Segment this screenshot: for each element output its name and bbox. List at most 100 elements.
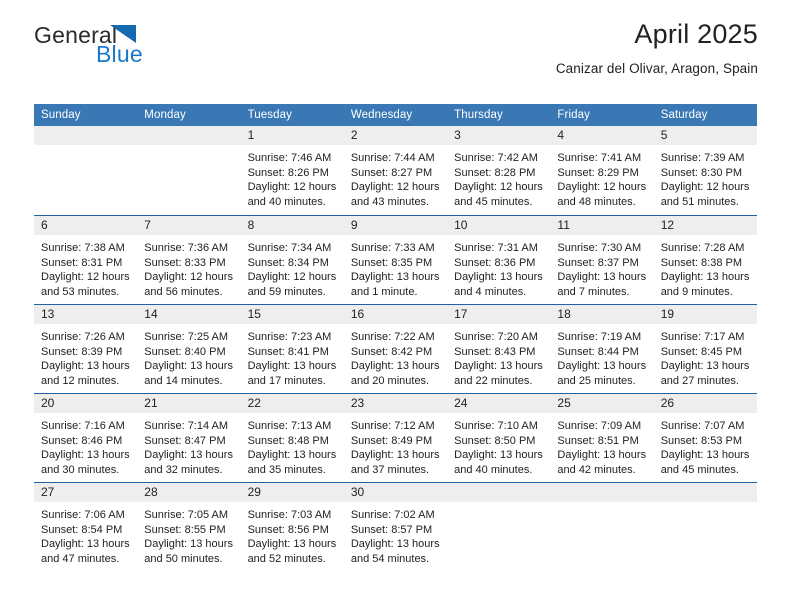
day-detail-line: Sunset: 8:38 PM (660, 256, 743, 269)
day-detail-line: and 35 minutes. (247, 463, 326, 476)
day-detail-line: Daylight: 12 hours (41, 271, 130, 284)
day-detail-line: Sunrise: 7:06 AM (41, 509, 125, 521)
day-number: 1 (240, 126, 344, 145)
day-number: 28 (137, 483, 241, 502)
general-blue-logo[interactable]: General Blue (34, 22, 234, 70)
day-detail-line: Sunset: 8:50 PM (454, 434, 536, 447)
day-detail-line: and 12 minutes. (41, 374, 120, 387)
day-cell-27[interactable]: 27 Sunrise: 7:06 AM Sunset: 8:54 PM Dayligh… (34, 483, 138, 571)
day-detail-line: Daylight: 12 hours (247, 271, 337, 284)
day-detail-line: Sunrise: 7:42 AM (454, 152, 538, 164)
day-cell-11[interactable]: 11 Sunrise: 7:30 AM Sunset: 8:37 PM Dayligh… (550, 216, 654, 304)
day-details: Sunrise: 7:05 AM Sunset: 8:55 PM Daylight:… (137, 502, 240, 566)
day-detail-line: Daylight: 13 hours (660, 271, 750, 284)
day-cell-24[interactable]: 24 Sunrise: 7:10 AM Sunset: 8:50 PM Dayligh… (447, 394, 551, 482)
day-detail-line: and 43 minutes. (350, 195, 430, 208)
day-cell-25[interactable]: 25 Sunrise: 7:09 AM Sunset: 8:51 PM Dayligh… (550, 394, 654, 482)
day-number: 20 (34, 394, 138, 413)
day-cell-30[interactable]: 30 Sunrise: 7:02 AM Sunset: 8:57 PM Dayligh… (343, 483, 448, 571)
day-cell-28[interactable]: 28 Sunrise: 7:05 AM Sunset: 8:55 PM Dayligh… (137, 483, 241, 571)
day-cell-13[interactable]: 13 Sunrise: 7:26 AM Sunset: 8:39 PM Dayligh… (34, 305, 138, 393)
day-cell-18[interactable]: 18 Sunrise: 7:19 AM Sunset: 8:44 PM Dayligh… (550, 305, 654, 393)
day-detail-line: Sunset: 8:29 PM (557, 166, 639, 179)
day-number: 30 (343, 483, 448, 502)
day-details (550, 502, 653, 508)
day-number: 10 (447, 216, 551, 235)
day-detail-line: Sunrise: 7:30 AM (557, 242, 642, 254)
day-details: Sunrise: 7:30 AM Sunset: 8:37 PM Daylight:… (550, 235, 653, 299)
day-detail-line: Sunset: 8:39 PM (41, 345, 123, 358)
day-details: Sunrise: 7:06 AM Sunset: 8:54 PM Daylight:… (34, 502, 137, 566)
day-detail-line: and 56 minutes. (144, 285, 223, 298)
calendar-week-row: 20 Sunrise: 7:16 AM Sunset: 8:46 PM Dayligh… (34, 393, 757, 482)
day-details: Sunrise: 7:46 AM Sunset: 8:26 PM Daylight:… (241, 145, 344, 209)
location-subtitle: Canizar del Olivar, Aragon, Spain (555, 61, 758, 76)
day-details: Sunrise: 7:23 AM Sunset: 8:41 PM Daylight:… (241, 324, 344, 388)
day-cell-empty (137, 126, 241, 215)
day-detail-line: and 22 minutes. (454, 374, 533, 387)
day-detail-line: Daylight: 12 hours (557, 181, 647, 194)
day-cell-22[interactable]: 22 Sunrise: 7:13 AM Sunset: 8:48 PM Dayligh… (240, 394, 344, 482)
day-detail-line: Daylight: 13 hours (41, 538, 130, 551)
day-cell-17[interactable]: 17 Sunrise: 7:20 AM Sunset: 8:43 PM Dayligh… (447, 305, 551, 393)
calendar-week-row: 1 Sunrise: 7:46 AM Sunset: 8:26 PM Daylight… (34, 126, 757, 215)
day-number: 19 (653, 305, 757, 324)
day-cell-21[interactable]: 21 Sunrise: 7:14 AM Sunset: 8:47 PM Dayligh… (137, 394, 241, 482)
day-detail-line: Sunrise: 7:02 AM (350, 509, 435, 521)
day-number: 9 (343, 216, 448, 235)
day-cell-19[interactable]: 19 Sunrise: 7:17 AM Sunset: 8:45 PM Dayligh… (653, 305, 757, 393)
day-detail-line: Daylight: 13 hours (144, 449, 233, 462)
day-number: 3 (447, 126, 551, 145)
day-cell-15[interactable]: 15 Sunrise: 7:23 AM Sunset: 8:41 PM Dayligh… (240, 305, 344, 393)
day-cell-2[interactable]: 2 Sunrise: 7:44 AM Sunset: 8:27 PM Daylight… (343, 126, 448, 215)
day-details: Sunrise: 7:19 AM Sunset: 8:44 PM Daylight:… (550, 324, 653, 388)
day-cell-16[interactable]: 16 Sunrise: 7:22 AM Sunset: 8:42 PM Dayligh… (343, 305, 448, 393)
day-number: 6 (34, 216, 138, 235)
day-cell-26[interactable]: 26 Sunrise: 7:07 AM Sunset: 8:53 PM Dayligh… (653, 394, 757, 482)
day-number: 13 (34, 305, 138, 324)
day-details: Sunrise: 7:03 AM Sunset: 8:56 PM Daylight:… (241, 502, 344, 566)
day-number: 18 (550, 305, 654, 324)
page-title: April 2025 (634, 19, 758, 49)
day-detail-line: and 51 minutes. (660, 195, 739, 208)
day-detail-line: Sunrise: 7:36 AM (144, 242, 229, 254)
day-number (137, 126, 241, 145)
day-cell-23[interactable]: 23 Sunrise: 7:12 AM Sunset: 8:49 PM Dayligh… (343, 394, 448, 482)
day-detail-line: Daylight: 13 hours (144, 538, 233, 551)
day-cell-29[interactable]: 29 Sunrise: 7:03 AM Sunset: 8:56 PM Dayligh… (240, 483, 344, 571)
day-number: 7 (137, 216, 241, 235)
day-detail-line: Sunset: 8:27 PM (350, 166, 433, 179)
day-number: 8 (240, 216, 344, 235)
day-cell-20[interactable]: 20 Sunrise: 7:16 AM Sunset: 8:46 PM Dayligh… (34, 394, 138, 482)
day-detail-line: Sunset: 8:44 PM (557, 345, 639, 358)
day-detail-line: Sunrise: 7:03 AM (247, 509, 332, 521)
day-cell-7[interactable]: 7 Sunrise: 7:36 AM Sunset: 8:33 PM Daylight… (137, 216, 241, 304)
page-header: General Blue April 2025 Canizar del Oliv… (34, 0, 758, 76)
day-detail-line: Sunset: 8:36 PM (454, 256, 536, 269)
day-detail-line: Sunset: 8:48 PM (247, 434, 329, 447)
day-detail-line: Sunset: 8:53 PM (660, 434, 743, 447)
day-cell-3[interactable]: 3 Sunrise: 7:42 AM Sunset: 8:28 PM Daylight… (447, 126, 551, 215)
day-cell-6[interactable]: 6 Sunrise: 7:38 AM Sunset: 8:31 PM Daylight… (34, 216, 138, 304)
day-detail-line: Sunset: 8:31 PM (41, 256, 123, 269)
day-detail-line: Sunrise: 7:31 AM (454, 242, 538, 254)
day-details: Sunrise: 7:14 AM Sunset: 8:47 PM Daylight:… (137, 413, 240, 477)
day-cell-9[interactable]: 9 Sunrise: 7:33 AM Sunset: 8:35 PM Daylight… (343, 216, 448, 304)
day-detail-line: and 59 minutes. (247, 285, 326, 298)
day-cell-empty (653, 483, 757, 571)
day-detail-line: and 37 minutes. (350, 463, 430, 476)
day-detail-line: Daylight: 13 hours (41, 360, 130, 373)
day-detail-line: Sunrise: 7:34 AM (247, 242, 332, 254)
day-number (550, 483, 654, 502)
day-cell-8[interactable]: 8 Sunrise: 7:34 AM Sunset: 8:34 PM Daylight… (240, 216, 344, 304)
day-detail-line: Sunrise: 7:28 AM (660, 242, 745, 254)
day-cell-12[interactable]: 12 Sunrise: 7:28 AM Sunset: 8:38 PM Dayligh… (653, 216, 757, 304)
day-cell-4[interactable]: 4 Sunrise: 7:41 AM Sunset: 8:29 PM Daylight… (550, 126, 654, 215)
day-cell-14[interactable]: 14 Sunrise: 7:25 AM Sunset: 8:40 PM Dayligh… (137, 305, 241, 393)
day-cell-10[interactable]: 10 Sunrise: 7:31 AM Sunset: 8:36 PM Dayligh… (447, 216, 551, 304)
day-details: Sunrise: 7:10 AM Sunset: 8:50 PM Daylight:… (447, 413, 550, 477)
day-detail-line: Sunrise: 7:26 AM (41, 331, 125, 343)
day-cell-5[interactable]: 5 Sunrise: 7:39 AM Sunset: 8:30 PM Daylight… (653, 126, 757, 215)
day-detail-line: and 17 minutes. (247, 374, 326, 387)
day-cell-1[interactable]: 1 Sunrise: 7:46 AM Sunset: 8:26 PM Daylight… (240, 126, 344, 215)
